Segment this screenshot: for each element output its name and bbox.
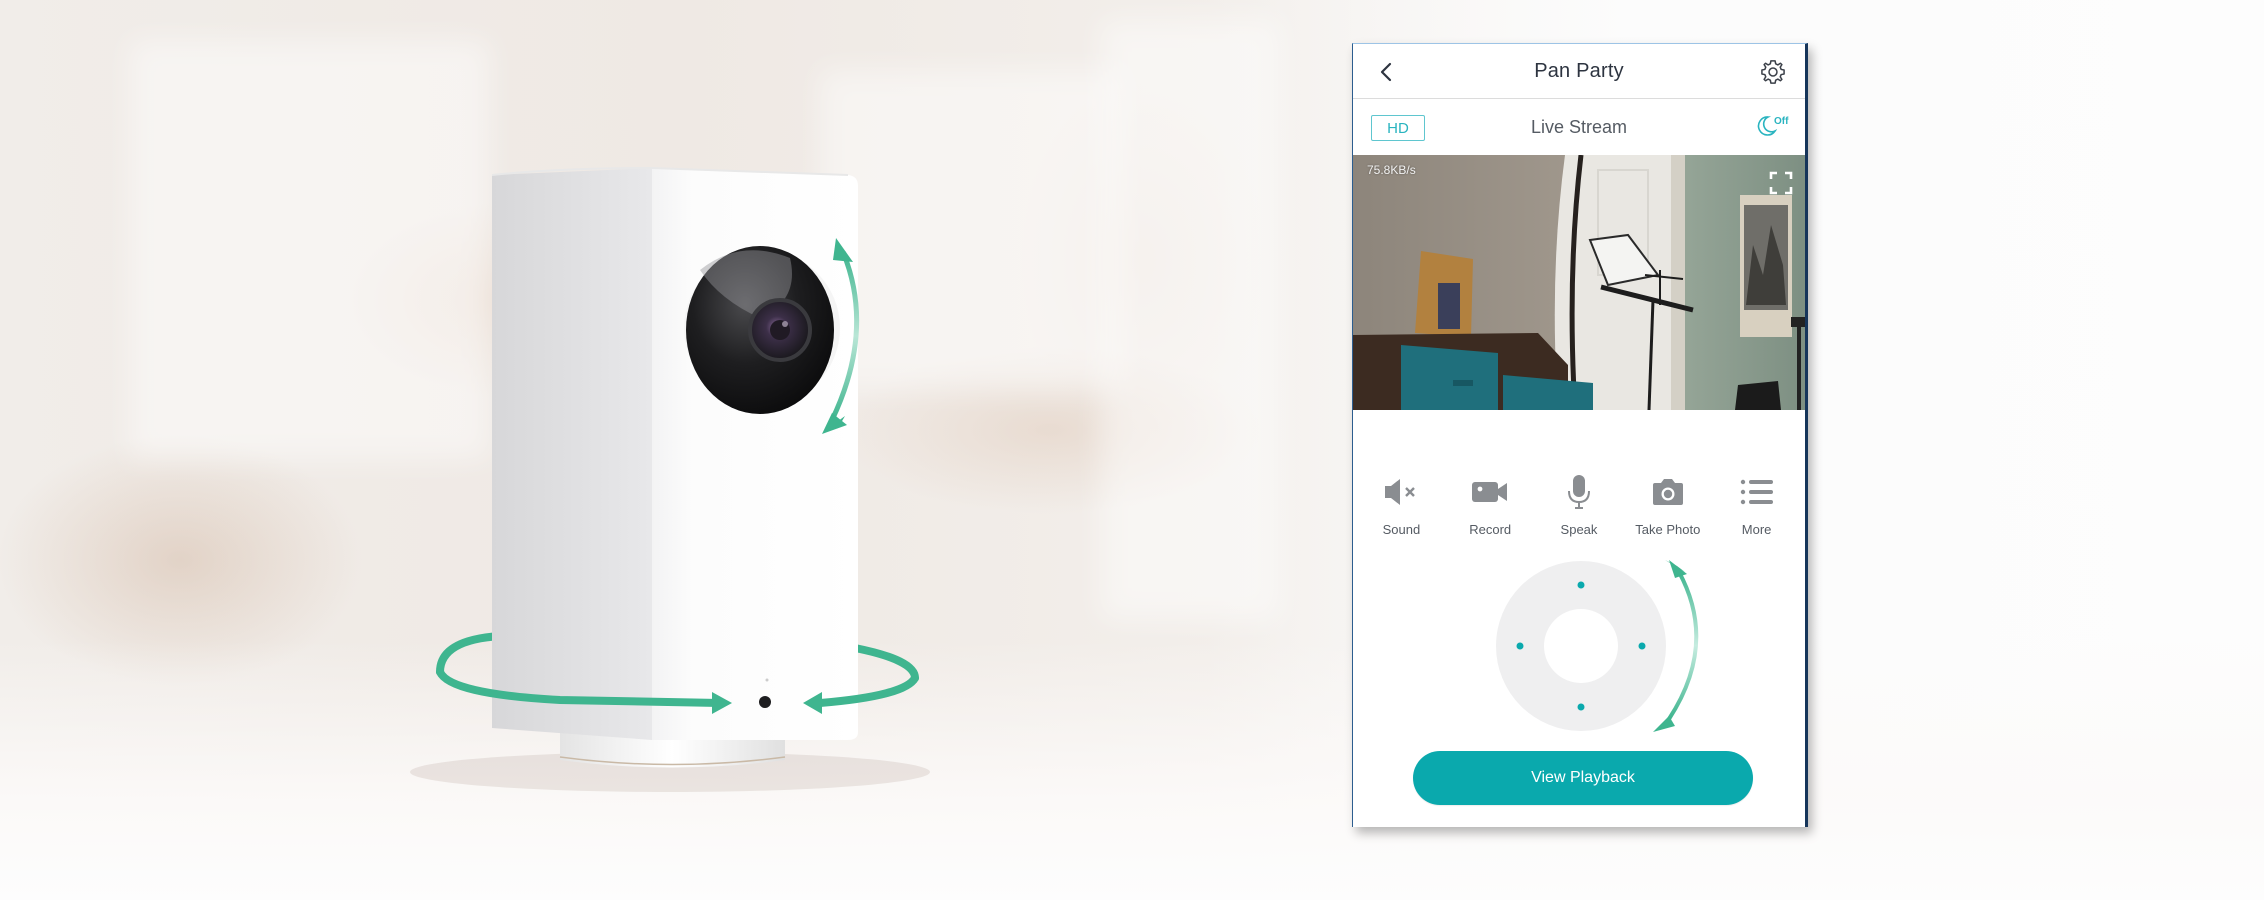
gear-icon [1761, 60, 1785, 84]
video-camera-icon [1472, 482, 1508, 502]
settings-button[interactable] [1759, 58, 1787, 86]
take-photo-label: Take Photo [1635, 522, 1701, 537]
speaker-muted-icon [1385, 479, 1416, 505]
dpad-up-dot[interactable] [1577, 581, 1585, 589]
speak-label: Speak [1560, 522, 1598, 537]
fullscreen-icon [1769, 171, 1793, 195]
night-vision-state: Off [1774, 116, 1789, 127]
take-photo-button[interactable]: Take Photo [1623, 454, 1712, 544]
night-vision-toggle[interactable]: Off [1757, 115, 1791, 139]
list-icon [1740, 479, 1773, 505]
bitrate-readout: 75.8KB/s [1367, 163, 1416, 177]
dpad-left-dot[interactable] [1516, 642, 1524, 650]
sound-button[interactable]: Sound [1357, 454, 1446, 544]
pan-tilt-control [1353, 554, 1809, 754]
dpad-down-dot[interactable] [1577, 703, 1585, 711]
fullscreen-button[interactable] [1769, 171, 1793, 195]
more-label: More [1741, 522, 1772, 537]
chevron-left-icon [1380, 62, 1392, 82]
camera-icon [1652, 479, 1683, 505]
dpad-right-dot[interactable] [1638, 642, 1646, 650]
tilt-arrow-decoration [1667, 571, 1699, 721]
dpad-center[interactable] [1544, 609, 1618, 683]
record-button[interactable]: Record [1446, 454, 1535, 544]
video-frame [1353, 155, 1805, 410]
page-title: Pan Party [1534, 59, 1624, 82]
speak-button[interactable]: Speak [1535, 454, 1624, 544]
sound-label: Sound [1382, 522, 1421, 537]
record-label: Record [1469, 522, 1512, 537]
control-toolbar: Sound Record Speak Take Photo More [1353, 454, 1805, 544]
device-sensor [759, 696, 771, 708]
microphone-icon [1567, 475, 1590, 509]
stream-bar: HD Live Stream Off [1353, 99, 1805, 155]
pan-arrow-back [436, 632, 504, 676]
view-playback-button[interactable]: View Playback [1413, 751, 1753, 805]
back-button[interactable] [1373, 59, 1399, 85]
stream-title: Live Stream [1530, 116, 1628, 137]
more-button[interactable]: More [1712, 454, 1801, 544]
phone-app-screen: Pan Party HD Live Stream Off 75.8KB/s So… [1352, 43, 1808, 827]
hd-quality-button[interactable]: HD [1371, 115, 1425, 141]
camera-device-illustration [0, 0, 1000, 900]
device-side [492, 168, 652, 740]
app-header: Pan Party [1353, 44, 1805, 99]
live-video-feed[interactable]: 75.8KB/s [1353, 155, 1805, 410]
